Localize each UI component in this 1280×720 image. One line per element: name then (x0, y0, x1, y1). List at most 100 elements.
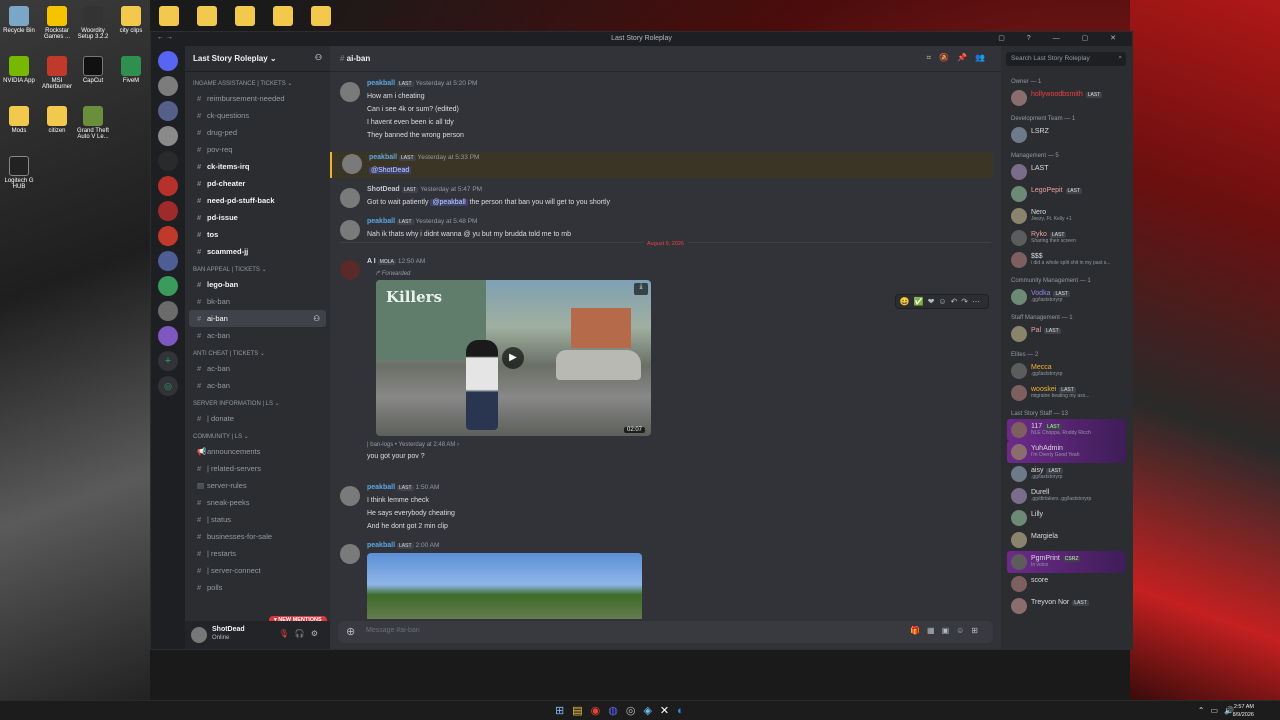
avatar[interactable] (340, 544, 360, 564)
play-icon[interactable]: ▶ (502, 347, 524, 369)
server-icon[interactable] (158, 126, 178, 146)
channel-item[interactable]: # | status (189, 511, 326, 528)
member-item[interactable]: LAST (1007, 161, 1126, 183)
message-author[interactable]: peakball (367, 218, 395, 225)
member-item[interactable]: hollywoodbsmith LAST (1007, 87, 1126, 109)
channel-item-active[interactable]: # ai-ban ⚇ (189, 310, 326, 327)
channel-item[interactable]: # ac-ban (189, 327, 326, 344)
message-composer[interactable]: ⊕ Message #ai-ban 🎁▦▣☺⊞ (338, 621, 993, 643)
member-item[interactable]: LSRZ (1007, 124, 1126, 146)
member-item[interactable]: 117 LAST NLE Choppa, Roddy Ricch (1007, 419, 1126, 441)
message-author[interactable]: ShotDead (367, 186, 400, 193)
desktop-icon-mods[interactable]: Mods (2, 106, 36, 134)
channel-item[interactable]: # businesses-for-sale (189, 528, 326, 545)
member-item[interactable]: aisy LAST .gg/laststoryrp (1007, 463, 1126, 485)
member-item[interactable]: score (1007, 573, 1126, 595)
apps-icon[interactable]: ⊞ (971, 626, 985, 635)
user-mention[interactable]: @peakball (430, 199, 468, 206)
network-icon[interactable]: ▭ (1210, 706, 1224, 715)
gift-icon[interactable]: 🎁 (910, 626, 927, 635)
window-controls[interactable]: ▢ ? — ▢ ✕ (998, 34, 1126, 42)
windows-start-icon[interactable]: ⊞ (555, 705, 572, 717)
sticker-icon[interactable]: ▣ (942, 626, 957, 635)
server-icon[interactable] (158, 276, 178, 296)
video-attachment[interactable]: Killers ▶ 02:07 ⤓ (376, 280, 651, 436)
member-item[interactable]: Mecca .gg/laststoryrp (1007, 360, 1126, 382)
threads-icon[interactable]: ⌗ (927, 53, 940, 62)
channel-item[interactable]: # pd-issue (189, 209, 326, 226)
discover-icon[interactable]: ◎ (158, 376, 178, 396)
headphones-icon[interactable]: 🎧 (295, 629, 311, 638)
forward-icon[interactable]: ↷ (961, 297, 972, 306)
desktop-icon-gta[interactable]: Grand Theft Auto V Le... (76, 106, 110, 140)
more-icon[interactable]: ⋯ (972, 297, 984, 306)
channel-item[interactable]: # tos (189, 226, 326, 243)
message-author[interactable]: peakball (369, 154, 397, 161)
reaction-icon[interactable]: ✅ (914, 297, 928, 306)
member-item[interactable]: Pal LAST (1007, 323, 1126, 345)
desktop-icon-logitech[interactable]: Logitech G HUB (2, 156, 36, 190)
pin-icon[interactable]: 📌 (957, 53, 975, 62)
channel-item[interactable]: # ac-ban (189, 360, 326, 377)
capcut-icon[interactable]: ✕ (660, 705, 677, 717)
reaction-icon[interactable]: 😄 (900, 297, 914, 306)
taskbar-clock[interactable]: 2:57 AM 8/9/2026 (1233, 703, 1254, 719)
add-member-icon[interactable]: ⚇ (315, 53, 322, 62)
gear-icon[interactable]: ⚙ (311, 629, 324, 638)
message-author[interactable]: peakball (367, 80, 395, 87)
discord-icon[interactable]: ◍ (608, 705, 626, 717)
channel-item[interactable]: # lego-ban (189, 276, 326, 293)
server-header[interactable]: Last Story Roleplay ⌄ ⚇ (185, 46, 330, 72)
desktop-icon-recycle-bin[interactable]: Recycle Bin (2, 6, 36, 34)
server-icon[interactable] (158, 176, 178, 196)
channel-item[interactable]: # scammed-jj (189, 243, 326, 260)
channel-item[interactable]: # pov-req (189, 141, 326, 158)
app-icon[interactable]: ◎ (626, 705, 644, 717)
channel-item[interactable]: # need-pd-stuff-back (189, 192, 326, 209)
avatar[interactable] (342, 154, 362, 174)
add-reaction-icon[interactable]: ☺ (938, 297, 950, 306)
desktop-icon-citizen[interactable]: citizen (40, 106, 74, 134)
channel-item[interactable]: # | restarts (189, 545, 326, 562)
member-item[interactable]: Durell .gg/dirtakers .gg/laststoryrp (1007, 485, 1126, 507)
channel-item[interactable]: 📢announcements (189, 443, 326, 460)
member-item[interactable]: YuhAdmin I'm Overly Good Yeah (1007, 441, 1126, 463)
message-author[interactable]: peakball (367, 542, 395, 549)
channel-item[interactable]: # drug-ped (189, 124, 326, 141)
channel-item[interactable]: # | server-connect (189, 562, 326, 579)
member-item[interactable]: Lilly (1007, 507, 1126, 529)
channel-item[interactable]: # | donate (189, 410, 326, 427)
forward-source-link[interactable]: | ban-logs • Yesterday at 2:48 AM › (367, 440, 993, 450)
channel-item[interactable]: # | related-servers (189, 460, 326, 477)
avatar[interactable] (340, 82, 360, 102)
channel-item[interactable]: # pd-cheater (189, 175, 326, 192)
chrome-icon[interactable]: ◉ (591, 705, 609, 717)
member-item[interactable]: Ryko LAST Sharing their screen (1007, 227, 1126, 249)
category-anticheat[interactable]: ANTI CHEAT | TICKETS ⌄ (193, 350, 322, 357)
add-member-icon[interactable]: ⚇ (313, 310, 320, 327)
desktop-icon-rockstar[interactable]: Rockstar Games ... (40, 6, 74, 40)
mic-muted-icon[interactable]: 🎙 (279, 629, 295, 638)
channel-item[interactable]: # ac-ban (189, 377, 326, 394)
file-explorer-icon[interactable]: ▤ (572, 705, 590, 717)
channel-item[interactable]: ▤ server-rules (189, 477, 326, 494)
user-mention[interactable]: @ShotDead (369, 167, 412, 174)
channel-item[interactable]: # reimbursement-needed (189, 90, 326, 107)
chevron-up-icon[interactable]: ⌃ (1198, 706, 1211, 715)
channel-item[interactable]: # bk-ban (189, 293, 326, 310)
desktop-icon-msi[interactable]: MSI Afterburner (40, 56, 74, 90)
desktop-icon-fivem[interactable]: FiveM (114, 56, 148, 84)
app-icon[interactable]: ◐ (677, 705, 692, 717)
server-icon[interactable] (158, 76, 178, 96)
add-server-icon[interactable]: + (158, 351, 178, 371)
home-icon[interactable] (158, 51, 178, 71)
user-controls[interactable]: 🎙🎧⚙ (279, 629, 324, 638)
gif-icon[interactable]: ▦ (927, 626, 942, 635)
plus-icon[interactable]: ⊕ (346, 625, 355, 638)
channel-item[interactable]: # polls (189, 579, 326, 596)
member-item[interactable]: Margiela (1007, 529, 1126, 551)
server-icon[interactable] (158, 301, 178, 321)
desktop-icon-capcut[interactable]: CapCut (76, 56, 110, 84)
category-server-info[interactable]: Server Information | LS ⌄ (193, 400, 322, 407)
server-icon[interactable] (158, 326, 178, 346)
